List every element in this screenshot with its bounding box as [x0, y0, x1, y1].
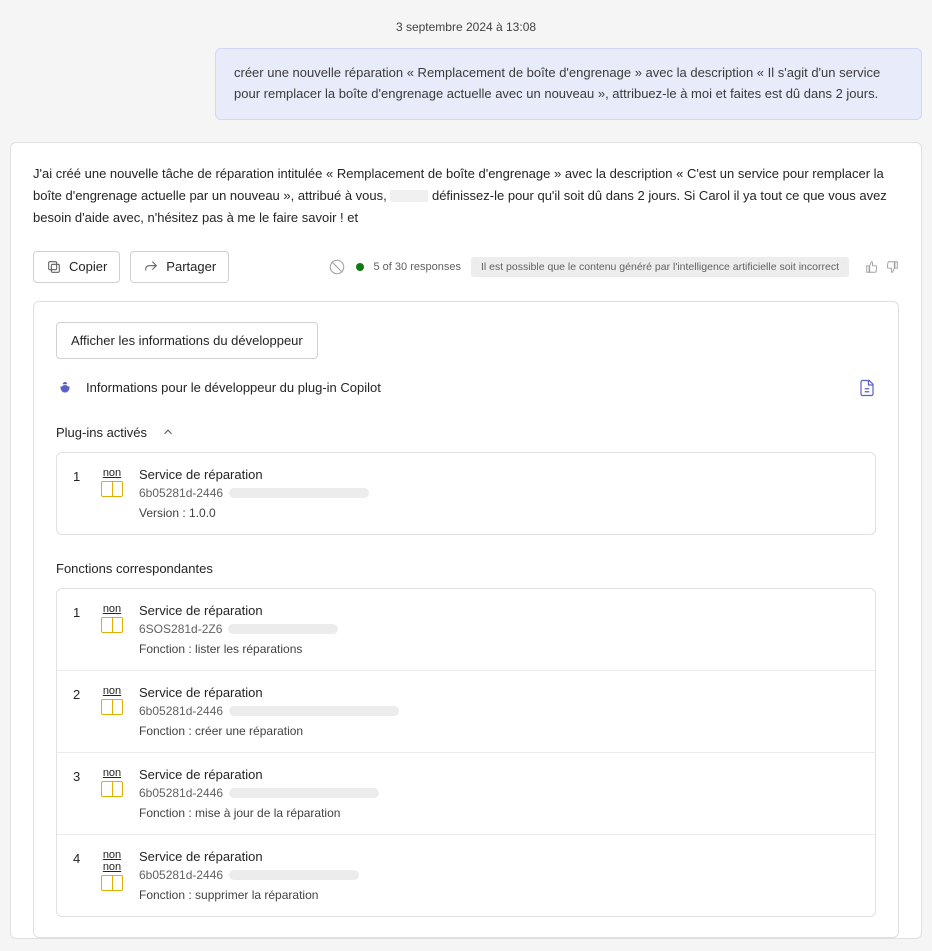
status-dot: [356, 263, 364, 271]
badge-icon: [101, 699, 123, 715]
row-index: 3: [73, 767, 85, 784]
badge-icon: [101, 481, 123, 497]
function-title: Service de réparation: [139, 603, 859, 618]
function-id: 6b05281d-2446: [139, 704, 223, 718]
sparkle-off-icon: [328, 258, 346, 276]
plugin-version: Version : 1.0.0: [139, 506, 859, 520]
function-row: 3 non Service de réparation 6b05281d-244…: [57, 753, 875, 835]
plugins-label-text: Plug-ins activés: [56, 425, 147, 440]
share-button[interactable]: Partager: [130, 251, 229, 283]
dev-header-title: Informations pour le développeur du plug…: [86, 380, 381, 395]
function-name: Fonction : supprimer la réparation: [139, 888, 859, 902]
redacted-id: [229, 706, 399, 716]
ai-disclaimer: Il est possible que le contenu généré pa…: [471, 257, 849, 277]
row-badge: non non: [97, 849, 127, 891]
functions-section-label: Fonctions correspondantes: [56, 561, 876, 576]
chevron-up-icon[interactable]: [161, 425, 175, 439]
redacted-id: [229, 870, 359, 880]
row-index: 1: [73, 467, 85, 484]
function-row: 2 non Service de réparation 6b05281d-244…: [57, 671, 875, 753]
message-timestamp: 3 septembre 2024 à 13:08: [10, 20, 922, 34]
thumbs-down-icon[interactable]: [885, 260, 899, 274]
function-id: 6b05281d-2446: [139, 786, 223, 800]
row-badge: non: [97, 467, 127, 497]
functions-list: 1 non Service de réparation 6SOS281d-2Z6…: [56, 588, 876, 917]
plugin-id: 6b05281d-2446: [139, 486, 223, 500]
redacted-id: [229, 788, 379, 798]
badge-text: non: [103, 467, 121, 479]
badge-text: non: [103, 685, 121, 697]
function-title: Service de réparation: [139, 685, 859, 700]
function-row: 4 non non Service de réparation 6b05281d…: [57, 835, 875, 916]
functions-label-text: Fonctions correspondantes: [56, 561, 213, 576]
row-index: 4: [73, 849, 85, 866]
badge-icon: [101, 617, 123, 633]
plugin-row: 1 non Service de réparation 6b05281d-244…: [57, 453, 875, 534]
function-name: Fonction : mise à jour de la réparation: [139, 806, 859, 820]
row-badge: non: [97, 603, 127, 633]
function-id: 6b05281d-2446: [139, 868, 223, 882]
thumbs-up-icon[interactable]: [865, 260, 879, 274]
badge-text: non: [103, 603, 121, 615]
function-row: 1 non Service de réparation 6SOS281d-2Z6…: [57, 589, 875, 671]
copy-label: Copier: [69, 259, 107, 274]
function-title: Service de réparation: [139, 767, 859, 782]
copy-button[interactable]: Copier: [33, 251, 120, 283]
developer-info-panel: Afficher les informations du développeur…: [33, 301, 899, 938]
assistant-response-text: J'ai créé une nouvelle tâche de réparati…: [33, 163, 899, 229]
badge-text: non: [103, 767, 121, 779]
row-badge: non: [97, 767, 127, 797]
dev-info-toggle[interactable]: Afficher les informations du développeur: [56, 322, 318, 359]
assistant-response-card: J'ai créé une nouvelle tâche de réparati…: [10, 142, 922, 939]
redacted-id: [229, 488, 369, 498]
share-label: Partager: [166, 259, 216, 274]
plugin-title: Service de réparation: [139, 467, 859, 482]
function-id: 6SOS281d-2Z6: [139, 622, 222, 636]
row-index: 1: [73, 603, 85, 620]
response-count: 5 of 30 responses: [374, 261, 461, 273]
ai-disclaimer-text: Il est possible que le contenu généré pa…: [481, 261, 839, 273]
document-link-icon[interactable]: [858, 379, 876, 397]
badge-text: non non: [97, 849, 127, 873]
function-name: Fonction : créer une réparation: [139, 724, 859, 738]
user-message-bubble: créer une nouvelle réparation « Remplace…: [215, 48, 922, 120]
share-icon: [143, 259, 159, 275]
redacted-id: [228, 624, 338, 634]
badge-icon: [101, 875, 123, 891]
row-index: 2: [73, 685, 85, 702]
plugins-list: 1 non Service de réparation 6b05281d-244…: [56, 452, 876, 535]
dev-header: Informations pour le développeur du plug…: [56, 379, 876, 397]
status-area: 5 of 30 responses Il est possible que le…: [328, 257, 900, 277]
function-title: Service de réparation: [139, 849, 859, 864]
function-name: Fonction : lister les réparations: [139, 642, 859, 656]
plugins-section-label: Plug-ins activés: [56, 425, 876, 440]
row-badge: non: [97, 685, 127, 715]
bug-icon: [56, 379, 74, 397]
actions-row: Copier Partager 5 of 30 responses Il est…: [33, 251, 899, 283]
badge-icon: [101, 781, 123, 797]
copy-icon: [46, 259, 62, 275]
redacted-name: [390, 190, 428, 202]
